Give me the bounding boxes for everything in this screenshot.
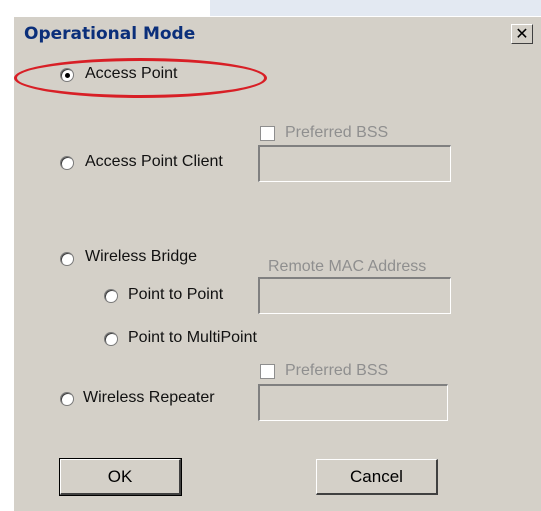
label-wireless-repeater: Wireless Repeater [83,389,215,406]
remote-mac-field[interactable] [258,277,451,314]
client-bss-field[interactable] [258,145,451,182]
radio-wireless-repeater[interactable] [60,392,74,406]
close-button[interactable]: ✕ [511,24,533,44]
cancel-button-label: Cancel [350,466,403,486]
radio-access-point-client[interactable] [60,156,74,170]
label-point-to-multipoint: Point to MultiPoint [128,329,257,346]
checkbox-preferred-bss-repeater[interactable] [260,364,275,379]
close-icon: ✕ [515,24,529,43]
radio-point-to-point[interactable] [104,289,118,303]
label-remote-mac-address: Remote MAC Address [268,258,427,275]
label-wireless-bridge: Wireless Bridge [85,248,198,265]
radio-wireless-bridge[interactable] [60,252,74,266]
checkbox-preferred-bss-client[interactable] [260,126,275,141]
label-preferred-bss-repeater: Preferred BSS [285,362,389,379]
label-point-to-point: Point to Point [128,286,224,303]
background-strip-blue [210,0,541,16]
cancel-button[interactable]: Cancel [316,459,438,495]
label-preferred-bss-client: Preferred BSS [285,124,389,141]
label-access-point-client: Access Point Client [85,153,223,170]
ok-button[interactable]: OK [59,458,182,496]
dialog-title: Operational Mode [24,24,196,44]
ok-button-label: OK [107,466,133,486]
repeater-bss-field[interactable] [258,384,448,421]
title-bar: Operational Mode ✕ [14,17,541,51]
radio-point-to-multipoint[interactable] [104,332,118,346]
red-highlight-ellipse [14,58,267,98]
